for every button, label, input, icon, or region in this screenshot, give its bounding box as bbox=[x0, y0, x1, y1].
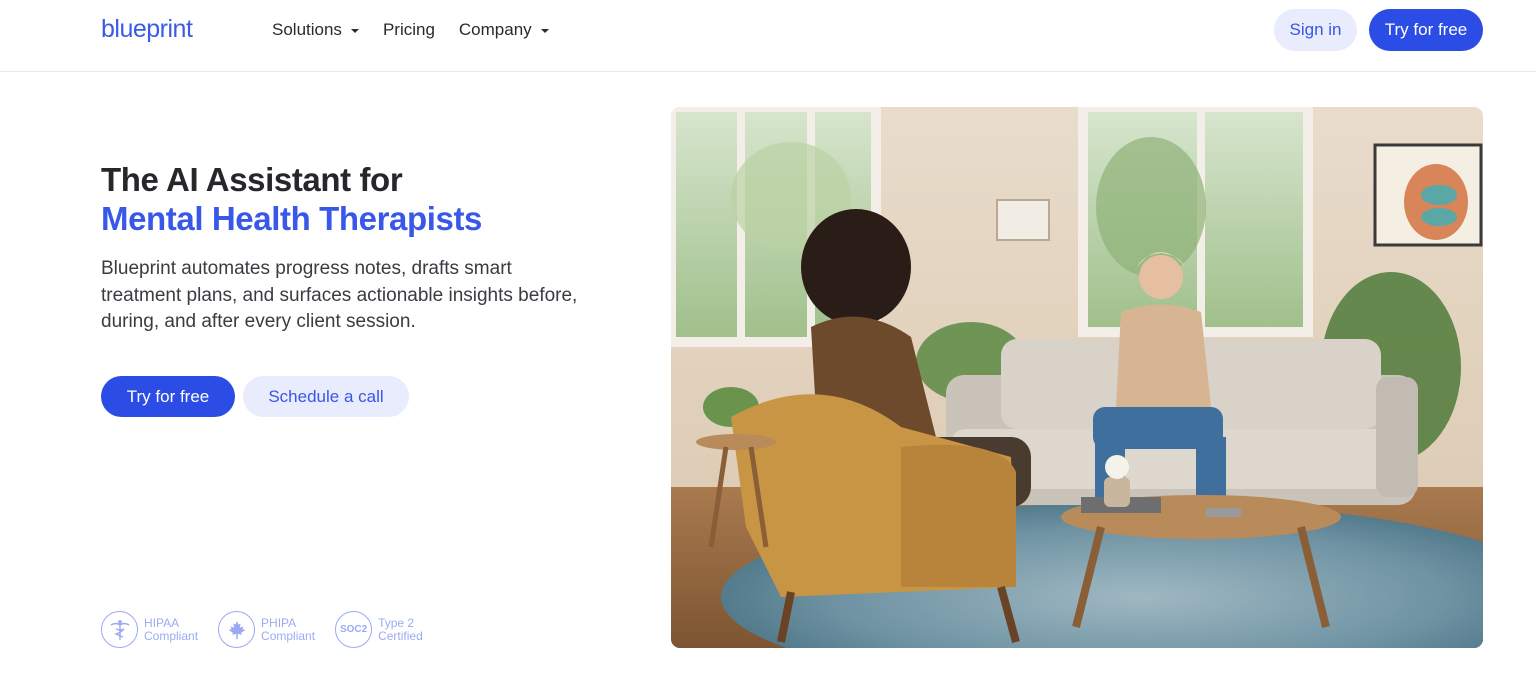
site-header: blueprint Solutions Pricing Company Sign… bbox=[0, 0, 1536, 72]
nav-solutions[interactable]: Solutions bbox=[272, 18, 359, 42]
try-for-free-header-button[interactable]: Try for free bbox=[1369, 9, 1483, 51]
maple-leaf-icon bbox=[218, 611, 256, 648]
chevron-down-icon bbox=[540, 29, 549, 33]
soc2-icon: SOC2 bbox=[335, 611, 373, 648]
badge-phipa: PHIPA Compliant bbox=[218, 611, 315, 648]
sign-in-button[interactable]: Sign in bbox=[1274, 9, 1357, 51]
nav-company-label: Company bbox=[458, 20, 532, 39]
nav-pricing[interactable]: Pricing bbox=[383, 18, 435, 42]
hero-headline-accent: Mental Health Therapists bbox=[101, 200, 482, 237]
badge-hipaa-line1: HIPAA bbox=[144, 615, 180, 630]
badge-hipaa: HIPAA Compliant bbox=[101, 611, 198, 648]
badge-soc2-line2: Certified bbox=[378, 628, 423, 643]
nav-solutions-label: Solutions bbox=[272, 20, 342, 39]
caduceus-icon bbox=[101, 611, 138, 648]
blueprint-logo[interactable]: blueprint bbox=[101, 14, 193, 44]
badge-soc2: SOC2 Type 2 Certified bbox=[335, 611, 423, 648]
badge-phipa-line2: Compliant bbox=[261, 628, 316, 643]
nav-company[interactable]: Company bbox=[459, 18, 549, 42]
hero-headline: The AI Assistant for bbox=[101, 161, 403, 198]
try-for-free-button[interactable]: Try for free bbox=[101, 376, 235, 417]
compliance-badges: HIPAA Compliant PHIPA Compliant SOC2 Typ… bbox=[101, 611, 423, 648]
main-nav: Solutions Pricing Company bbox=[272, 18, 549, 42]
schedule-call-button[interactable]: Schedule a call bbox=[243, 376, 409, 417]
chevron-down-icon bbox=[350, 29, 359, 33]
therapy-session-photo bbox=[671, 107, 1483, 648]
logo-text: blueprint bbox=[101, 15, 193, 43]
badge-soc2-line1: Type 2 bbox=[378, 615, 415, 630]
badge-hipaa-line2: Compliant bbox=[144, 628, 199, 643]
nav-pricing-label: Pricing bbox=[382, 20, 435, 39]
badge-phipa-line1: PHIPA bbox=[261, 615, 297, 630]
hero-description: Blueprint automates progress notes, draf… bbox=[101, 258, 578, 332]
